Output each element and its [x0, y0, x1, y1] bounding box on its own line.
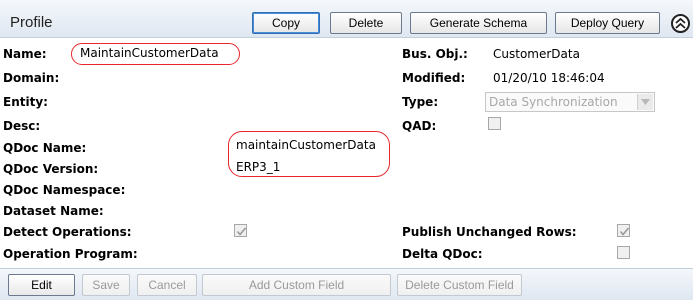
type-select-value: Data Synchronization	[489, 95, 618, 109]
profile-footer: Edit Save Cancel Add Custom Field Delete…	[0, 268, 693, 300]
qdoc-name-value: maintainCustomerData	[236, 138, 376, 152]
delete-button[interactable]: Delete	[330, 12, 402, 34]
type-label: Type:	[402, 95, 439, 109]
name-value: MaintainCustomerData	[80, 46, 219, 60]
publish-unchanged-rows-checkbox[interactable]	[617, 224, 630, 237]
delta-qdoc-checkbox[interactable]	[617, 246, 630, 259]
qdoc-version-label: QDoc Version:	[3, 162, 99, 176]
qdoc-version-value: ERP3_1	[236, 160, 281, 174]
qad-label: QAD:	[402, 119, 437, 133]
qdoc-namespace-label: QDoc Namespace:	[3, 183, 126, 197]
name-label: Name:	[3, 47, 47, 61]
entity-label: Entity:	[3, 95, 48, 109]
save-button[interactable]: Save	[82, 274, 130, 296]
domain-label: Domain:	[3, 71, 60, 85]
desc-label: Desc:	[3, 119, 41, 133]
detect-operations-checkbox[interactable]	[234, 224, 247, 237]
publish-unchanged-rows-label: Publish Unchanged Rows:	[402, 225, 577, 239]
profile-header: Profile Copy Delete Generate Schema Depl…	[0, 0, 693, 38]
operation-program-label: Operation Program:	[3, 247, 138, 261]
panel-title: Profile	[10, 14, 53, 31]
detect-operations-label: Detect Operations:	[3, 225, 132, 239]
chevron-down-icon[interactable]	[637, 94, 653, 110]
modified-label: Modified:	[402, 71, 466, 85]
delete-custom-field-button[interactable]: Delete Custom Field	[397, 274, 522, 296]
qdoc-name-label: QDoc Name:	[3, 141, 87, 155]
modified-value: 01/20/10 18:46:04	[493, 71, 605, 85]
add-custom-field-button[interactable]: Add Custom Field	[202, 274, 391, 296]
cancel-button[interactable]: Cancel	[137, 274, 197, 296]
bus-obj-label: Bus. Obj.:	[402, 47, 468, 61]
bus-obj-value: CustomerData	[493, 47, 580, 61]
qad-checkbox[interactable]	[488, 117, 501, 130]
collapse-up-icon[interactable]	[671, 14, 690, 33]
type-select[interactable]: Data Synchronization	[485, 92, 655, 112]
edit-button[interactable]: Edit	[8, 274, 75, 296]
copy-button[interactable]: Copy	[252, 12, 320, 34]
generate-schema-button[interactable]: Generate Schema	[410, 12, 547, 34]
dataset-name-label: Dataset Name:	[3, 204, 104, 218]
delta-qdoc-label: Delta QDoc:	[402, 247, 483, 261]
deploy-query-button[interactable]: Deploy Query	[555, 12, 660, 34]
